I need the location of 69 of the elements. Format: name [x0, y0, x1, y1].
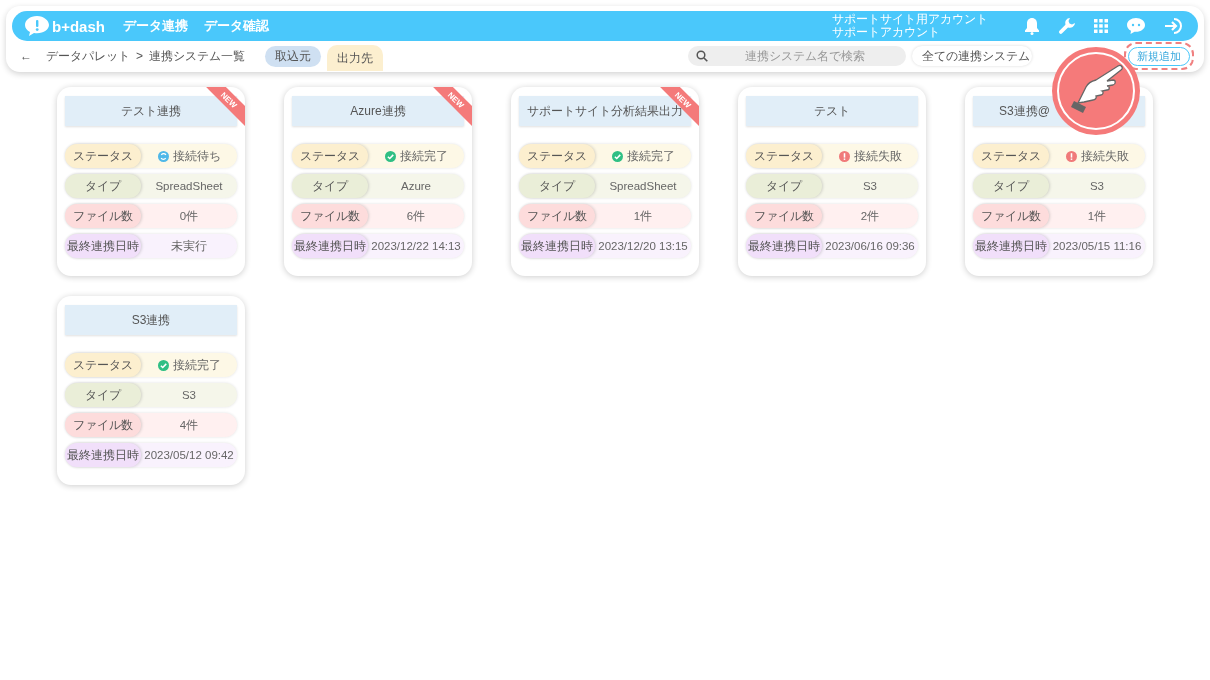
filter-dropdown[interactable]: 全ての連携システム [912, 46, 1032, 66]
tab[interactable]: 出力先 [327, 45, 383, 71]
grid-icon[interactable] [1094, 19, 1108, 33]
field-label: ステータス [65, 144, 141, 168]
field-value: 接続失敗 [1080, 148, 1129, 164]
field-value: Azure [400, 180, 431, 192]
breadcrumb-item: 連携システム一覧 [149, 47, 245, 65]
field-label: タイプ [746, 174, 822, 198]
field-label: ステータス [519, 144, 595, 168]
breadcrumb-separator: > [136, 49, 143, 63]
field-label: ファイル数 [65, 413, 141, 437]
field-value: 接続失敗 [853, 148, 902, 164]
field-label: タイプ [292, 174, 368, 198]
speech-bubble-logo-icon [24, 15, 50, 37]
field-value: 接続完了 [399, 148, 448, 164]
field-value: SpreadSheet [155, 180, 223, 192]
field-label: ステータス [973, 144, 1049, 168]
field-value: 2023/12/22 14:13 [371, 240, 461, 252]
field-value: 接続待ち [172, 148, 221, 164]
field-value: S3 [181, 389, 197, 401]
field-value: 4件 [179, 417, 199, 433]
account-name: サポートアカウント [832, 26, 941, 39]
system-card[interactable]: S3連携@ ステータス 接続失敗 タイプ S3 ファイル数 1件 最終連携日時 2023/05/15 11:16 [965, 87, 1153, 276]
field-value: S3 [1089, 180, 1105, 192]
field-label: ステータス [65, 353, 141, 377]
field-value: 2件 [860, 208, 880, 224]
field-value: 未実行 [171, 238, 207, 254]
field-value: SpreadSheet [609, 180, 677, 192]
field-label: 最終連携日時 [65, 443, 141, 467]
bell-icon[interactable] [1024, 17, 1040, 35]
field-value: 接続完了 [626, 148, 675, 164]
field-value: 0件 [179, 208, 199, 224]
field-value: 1件 [1087, 208, 1107, 224]
field-label: ステータス [292, 144, 368, 168]
field-label: 最終連携日時 [292, 234, 368, 258]
back-button[interactable]: ← [12, 49, 40, 63]
field-label: タイプ [65, 383, 141, 407]
tab[interactable]: 取込元 [265, 45, 321, 67]
field-label: ファイル数 [519, 204, 595, 228]
logout-icon[interactable] [1164, 17, 1184, 35]
field-label: ファイル数 [65, 204, 141, 228]
field-label: 最終連携日時 [519, 234, 595, 258]
account-name: サポートサイト用アカウント [832, 13, 988, 26]
card-title: テスト [746, 96, 918, 126]
field-label: ファイル数 [973, 204, 1049, 228]
search-field[interactable]: 連携システム名で検索 [688, 46, 906, 66]
field-value: S3 [862, 180, 878, 192]
field-value: 接続完了 [172, 357, 221, 373]
breadcrumb-item[interactable]: データパレット [46, 47, 130, 65]
field-label: 最終連携日時 [746, 234, 822, 258]
field-label: 最終連携日時 [973, 234, 1049, 258]
field-label: ステータス [746, 144, 822, 168]
field-value: 2023/05/15 11:16 [1052, 240, 1142, 252]
wrench-icon[interactable] [1058, 17, 1076, 35]
system-card[interactable]: S3連携 ステータス 接続完了 タイプ S3 ファイル数 4件 最終連携日時 2023/05/12 09:42 [57, 296, 245, 485]
field-label: タイプ [973, 174, 1049, 198]
field-label: ファイル数 [746, 204, 822, 228]
system-card[interactable]: テスト ステータス 接続失敗 タイプ S3 ファイル数 2件 最終連携日時 2023/06/16 09:36 [738, 87, 926, 276]
field-value: 2023/05/12 09:42 [144, 449, 234, 461]
chat-bubble-icon[interactable] [1126, 17, 1146, 35]
field-label: タイプ [519, 174, 595, 198]
field-label: ファイル数 [292, 204, 368, 228]
field-label: タイプ [65, 174, 141, 198]
field-value: 2023/12/20 13:15 [598, 240, 688, 252]
field-value: 6件 [406, 208, 426, 224]
field-label: 最終連携日時 [65, 234, 141, 258]
field-value: 1件 [633, 208, 653, 224]
card-title: S3連携 [65, 305, 237, 335]
field-value: 2023/06/16 09:36 [825, 240, 915, 252]
